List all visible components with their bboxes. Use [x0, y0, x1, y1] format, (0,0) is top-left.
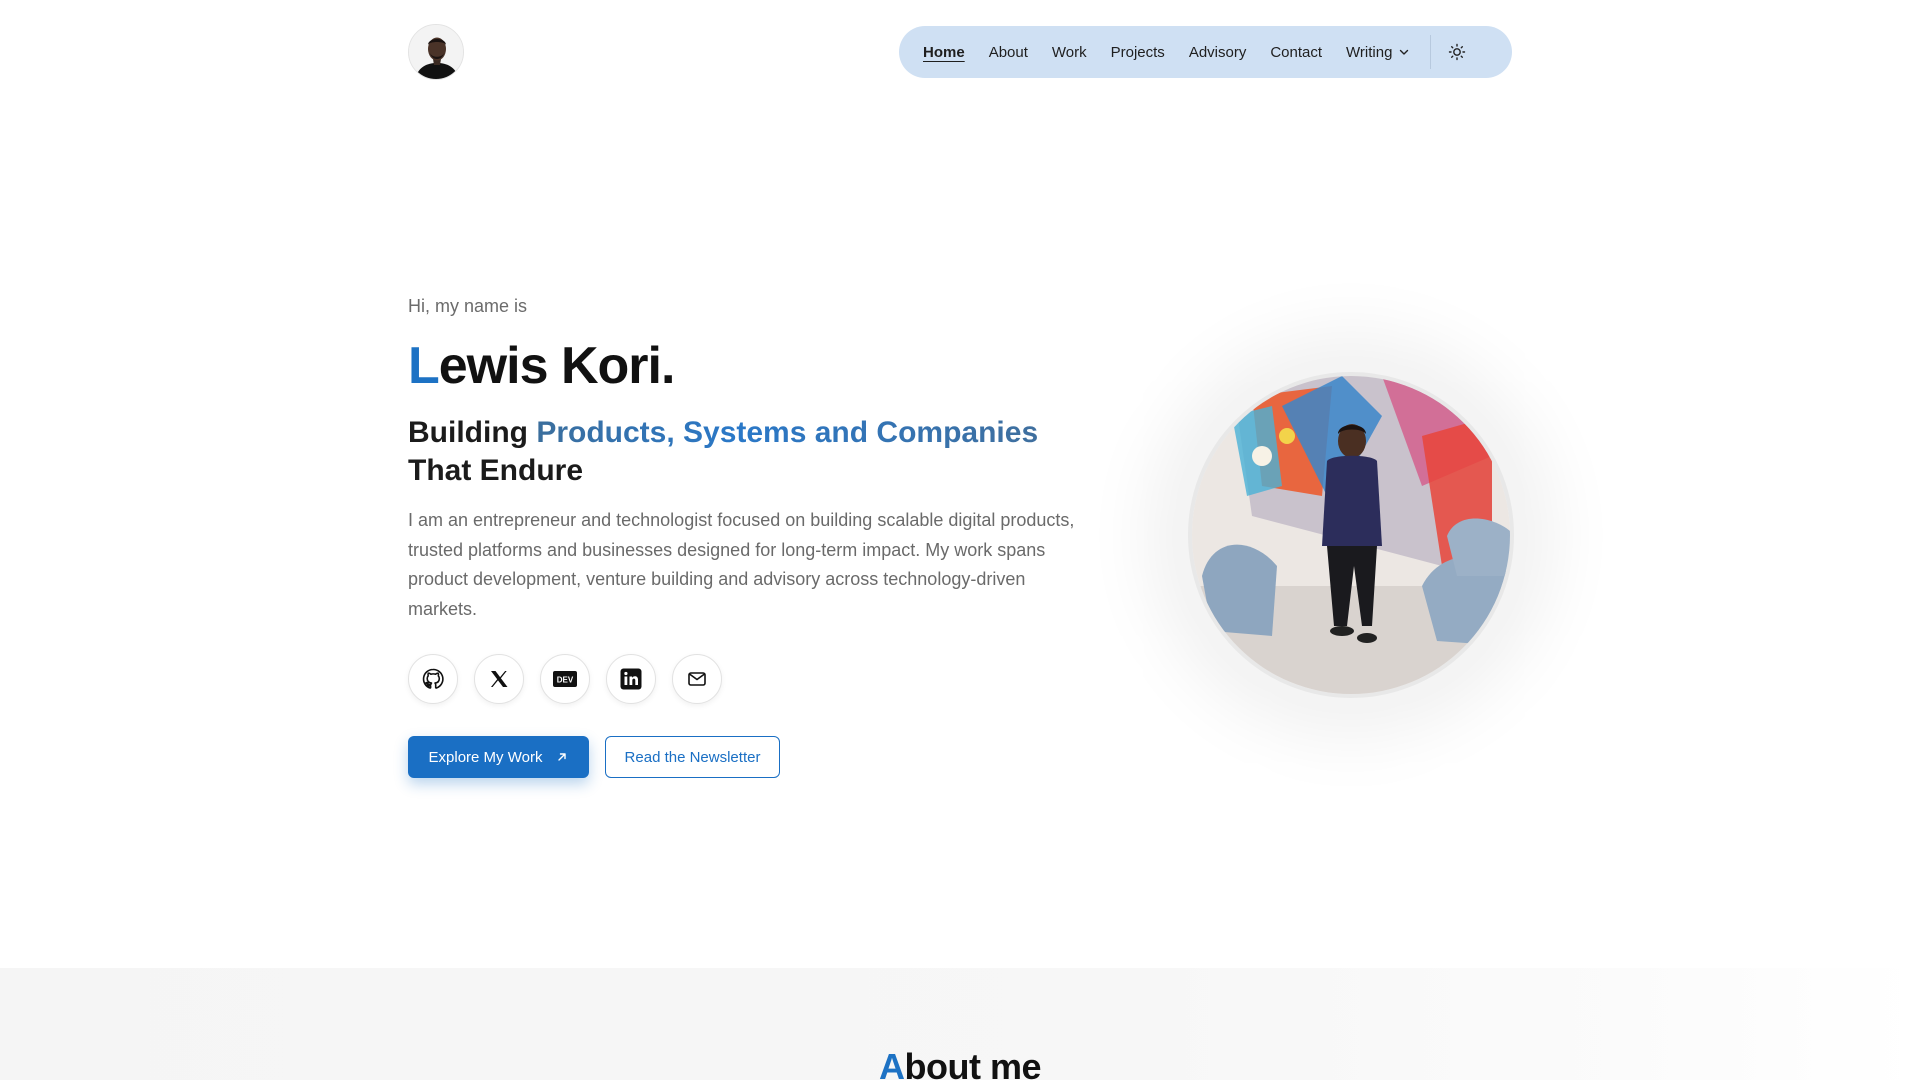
dev-link[interactable]: DEV: [540, 654, 590, 704]
sun-icon: [1449, 43, 1466, 61]
tagline-accent: Products, Systems and Companies: [536, 416, 1039, 449]
dev-icon: DEV: [553, 671, 577, 687]
tagline-start: Building: [408, 416, 537, 449]
svg-text:DEV: DEV: [557, 675, 574, 684]
x-link[interactable]: [474, 654, 524, 704]
linkedin-link[interactable]: [606, 654, 656, 704]
github-link[interactable]: [408, 654, 458, 704]
about-heading-rest: bout me: [904, 1046, 1042, 1080]
github-icon: [422, 668, 444, 689]
nav-writing-label: Writing: [1346, 43, 1393, 61]
site-header: Home About Work Projects Advisory Contac…: [408, 24, 1512, 80]
nav-writing-dropdown[interactable]: Writing: [1346, 44, 1410, 61]
theme-toggle-button[interactable]: [1431, 26, 1483, 78]
nav-advisory[interactable]: Advisory: [1189, 44, 1247, 61]
profile-avatar[interactable]: [408, 24, 464, 80]
x-icon: [491, 671, 508, 687]
hero-name-rest: ewis Kori.: [438, 337, 676, 395]
avatar-portrait-icon: [409, 25, 463, 79]
linkedin-icon: [620, 668, 642, 690]
hero-cta-group: Explore My Work Read the Newsletter: [408, 736, 780, 778]
tagline-line2: That Endure: [408, 454, 584, 487]
read-newsletter-button[interactable]: Read the Newsletter: [605, 736, 780, 778]
hero-tagline: Building Products, Systems and Companies…: [408, 414, 1098, 490]
explore-work-button[interactable]: Explore My Work: [408, 736, 589, 778]
chevron-down-icon: [1400, 49, 1409, 55]
hero-photo: [1188, 372, 1514, 698]
hero-intro: Hi, my name is: [408, 296, 528, 316]
email-link[interactable]: [672, 654, 722, 704]
mail-icon: [688, 672, 706, 686]
explore-work-label: Explore My Work: [428, 748, 543, 766]
hero-name: Lewis Kori.: [408, 336, 676, 396]
nav-home[interactable]: Home: [923, 44, 965, 61]
portrait-photo-icon: [1192, 376, 1510, 694]
main-nav: Home About Work Projects Advisory Contac…: [899, 26, 1512, 78]
nav-about[interactable]: About: [989, 44, 1028, 61]
hero-description: I am an entrepreneur and technologist fo…: [408, 510, 1075, 619]
about-heading-initial: A: [879, 1046, 905, 1080]
nav-projects[interactable]: Projects: [1111, 44, 1165, 61]
hero-name-initial: L: [408, 337, 440, 395]
arrow-up-right-icon: [558, 753, 567, 761]
about-heading: About me: [0, 1046, 1920, 1080]
nav-work[interactable]: Work: [1052, 44, 1087, 61]
hero-photo-frame: [1178, 362, 1524, 708]
nav-contact[interactable]: Contact: [1270, 44, 1322, 61]
social-links: DEV: [408, 654, 722, 704]
